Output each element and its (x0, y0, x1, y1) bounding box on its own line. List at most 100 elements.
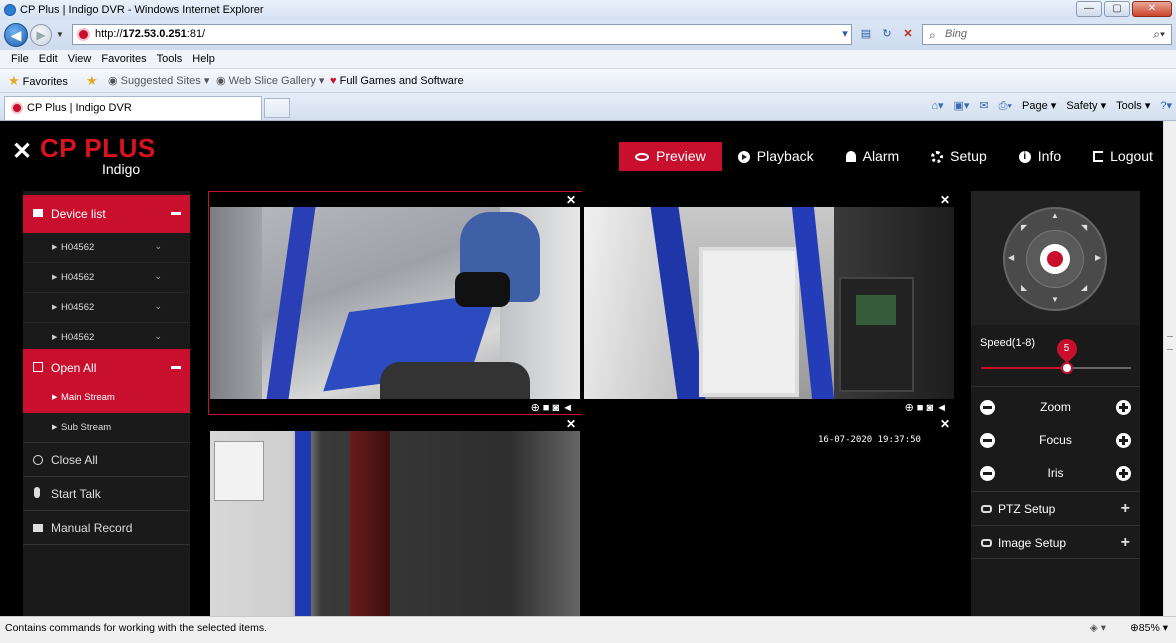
start-talk-button[interactable]: Start Talk (23, 477, 190, 511)
help-icon[interactable]: ?▾ (1160, 93, 1172, 119)
recent-pages-dropdown-icon[interactable]: ▼ (56, 30, 64, 39)
chevron-down-icon[interactable]: ⌄ (154, 261, 162, 291)
search-input[interactable]: ⌕ Bing ⌕▾ (922, 24, 1172, 45)
expand-plus-icon[interactable]: + (1121, 492, 1130, 526)
full-games-link[interactable]: ♥ Full Games and Software (330, 69, 464, 93)
ptz-right-icon[interactable]: ▶ (1095, 253, 1101, 262)
address-dropdown-icon[interactable]: ▾ (836, 24, 854, 45)
favorites-button[interactable]: ★ Favorites (8, 69, 68, 94)
device-item[interactable]: ▶ H04562 ⌄ (23, 293, 190, 323)
focus-minus-button[interactable] (980, 433, 995, 448)
nav-logout[interactable]: Logout (1077, 142, 1163, 171)
safety-menu[interactable]: Safety ▾ (1066, 93, 1106, 119)
video-pane-3[interactable]: ✕ (208, 415, 582, 616)
video-pane-4[interactable]: ✕ 16-07-2020 19:37:50 (582, 415, 956, 616)
pane-controls[interactable]: ⊕■◙◄ (905, 401, 950, 414)
iris-control: Iris (971, 457, 1140, 490)
menu-help[interactable]: Help (187, 50, 220, 68)
image-setup-section[interactable]: Image Setup + (971, 525, 1140, 559)
zoom-plus-button[interactable] (1116, 400, 1131, 415)
iris-plus-button[interactable] (1116, 466, 1131, 481)
device-item[interactable]: ▶ H04562 ⌄ (23, 233, 190, 263)
chevron-down-icon[interactable]: ⌄ (154, 321, 162, 351)
device-list-header[interactable]: Device list (23, 195, 190, 233)
ptz-setup-label: PTZ Setup (998, 502, 1056, 516)
close-all-button[interactable]: Close All (23, 443, 190, 477)
scrollbar-grip[interactable] (1167, 336, 1173, 350)
close-pane-icon[interactable]: ✕ (940, 417, 950, 431)
ptz-setup-section[interactable]: PTZ Setup + (971, 491, 1140, 525)
open-all-button[interactable]: Open All (23, 349, 190, 387)
print-icon[interactable]: ⎙▾ (999, 93, 1012, 119)
minimize-button[interactable]: — (1076, 1, 1102, 17)
speed-slider[interactable]: 5 (981, 334, 1131, 374)
compatibility-view-icon[interactable]: ▤ (857, 24, 875, 45)
manual-record-button[interactable]: Manual Record (23, 511, 190, 545)
zoom-level[interactable]: ⊕85% ▾ (1130, 617, 1168, 639)
speed-slider-thumb[interactable] (1060, 362, 1073, 374)
address-buttons: ▾ ▤ ↻ ✕ (836, 24, 917, 45)
home-icon[interactable]: ⌂▾ (931, 93, 943, 119)
maximize-button[interactable]: ▢ (1104, 1, 1130, 17)
nav-info[interactable]: i Info (1003, 142, 1077, 171)
favorites-label: Favorites (22, 76, 68, 88)
add-favorite-icon[interactable]: ★ (86, 69, 101, 94)
search-go-icon[interactable]: ⌕▾ (1153, 25, 1165, 44)
device-item[interactable]: ▶ H04562 ⌄ (23, 263, 190, 293)
new-tab-button[interactable] (264, 98, 290, 118)
ptz-down-left-icon[interactable]: ◣ (1021, 283, 1027, 292)
mail-icon[interactable]: ✉ (979, 93, 988, 119)
nav-playback[interactable]: Playback (722, 142, 830, 171)
nav-setup[interactable]: Setup (915, 142, 1003, 171)
tools-menu[interactable]: Tools ▾ (1116, 93, 1150, 119)
selected-pane-border (208, 191, 583, 415)
close-window-button[interactable]: ✕ (1132, 1, 1172, 17)
address-bar-row: ◀ ▶ ▼ http://172.53.0.251:81/ ▾ ▤ ↻ ✕ ⌕ … (0, 20, 1176, 50)
chevron-down-icon[interactable]: ⌄ (154, 291, 162, 321)
suggested-sites-link[interactable]: ◉ Suggested Sites ▾ (108, 69, 209, 93)
menu-file[interactable]: File (6, 50, 34, 68)
image-setup-label: Image Setup (998, 536, 1067, 550)
main-stream-option[interactable]: ▶ Main Stream (23, 383, 190, 413)
expand-plus-icon[interactable]: + (1121, 526, 1130, 560)
menu-edit[interactable]: Edit (34, 50, 63, 68)
refresh-icon[interactable]: ↻ (878, 24, 896, 45)
browser-tab[interactable]: CP Plus | Indigo DVR (4, 96, 262, 120)
menu-view[interactable]: View (63, 50, 97, 68)
ptz-down-right-icon[interactable]: ◢ (1081, 283, 1087, 292)
nav-preview[interactable]: Preview (619, 142, 722, 171)
nav-alarm[interactable]: Alarm (830, 142, 916, 171)
feeds-icon[interactable]: ▣▾ (953, 93, 969, 119)
menu-tools[interactable]: Tools (152, 50, 188, 68)
address-input[interactable]: http://172.53.0.251:81/ (72, 24, 852, 45)
focus-plus-button[interactable] (1116, 433, 1131, 448)
ptz-up-right-icon[interactable]: ◥ (1081, 223, 1087, 232)
camera-feed-4: 16-07-2020 19:37:50 (584, 431, 954, 616)
ptz-up-left-icon[interactable]: ◤ (1021, 223, 1027, 232)
stop-icon[interactable]: ✕ (899, 24, 917, 45)
iris-minus-button[interactable] (980, 466, 995, 481)
speed-label: Speed(1-8) (980, 337, 1036, 349)
video-grid: ✕ ⊕■◙◄ ✕ ⊕■◙◄ ✕ ✕ 16-07-2020 19:37:50 (208, 191, 956, 616)
external-link-icon (33, 362, 43, 372)
menu-favorites[interactable]: Favorites (96, 50, 151, 68)
sub-stream-option[interactable]: ▶ Sub Stream (23, 413, 190, 443)
page-menu[interactable]: Page ▾ (1022, 93, 1056, 119)
video-pane-2[interactable]: ✕ ⊕■◙◄ (582, 191, 956, 415)
eye-icon (635, 152, 649, 161)
security-zone-icon[interactable]: ◈ ▾ (1090, 617, 1106, 639)
forward-button[interactable]: ▶ (30, 24, 52, 46)
collapse-icon[interactable] (171, 212, 181, 215)
chevron-down-icon[interactable]: ⌄ (154, 231, 162, 261)
nav-playback-label: Playback (756, 148, 814, 164)
close-pane-icon[interactable]: ✕ (566, 417, 576, 431)
ptz-up-icon[interactable]: ▲ (1051, 211, 1059, 220)
collapse-icon[interactable] (171, 366, 181, 369)
ptz-left-icon[interactable]: ◀ (1008, 253, 1014, 262)
back-button[interactable]: ◀ (4, 23, 28, 47)
web-slice-gallery-link[interactable]: ◉ Web Slice Gallery ▾ (216, 69, 324, 93)
close-pane-icon[interactable]: ✕ (940, 193, 950, 207)
zoom-minus-button[interactable] (980, 400, 995, 415)
ptz-down-icon[interactable]: ▼ (1051, 295, 1059, 304)
page-scrollbar[interactable] (1163, 121, 1176, 616)
